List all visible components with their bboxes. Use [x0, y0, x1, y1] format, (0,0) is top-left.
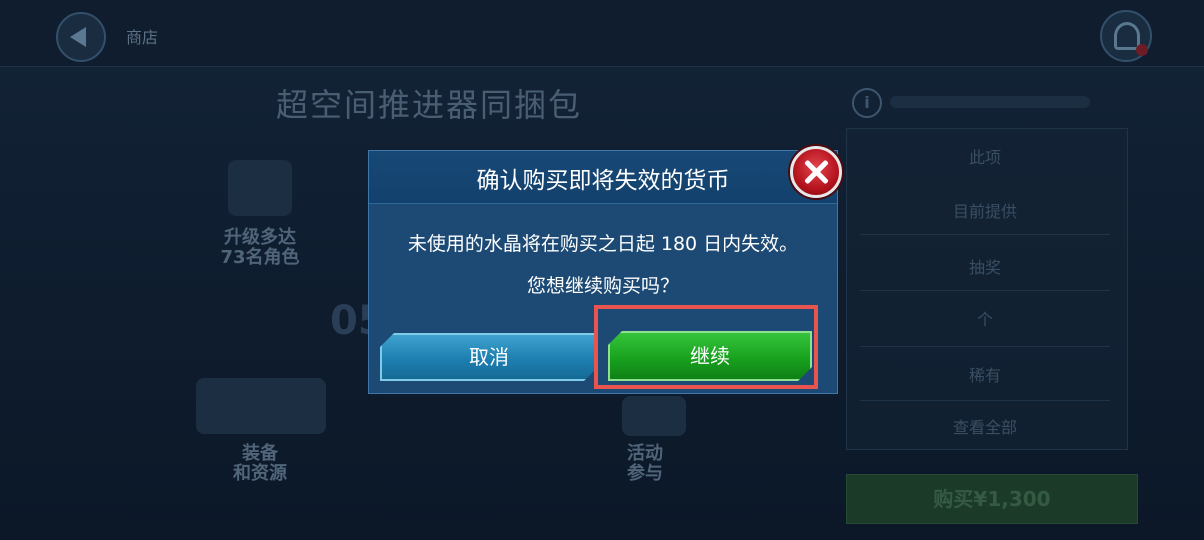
nav-title: 商店	[126, 28, 159, 47]
purchase-button[interactable]: 购买¥1,300	[846, 474, 1138, 524]
side-row: 个	[976, 310, 993, 329]
bundle-title: 超空间推进器同捆包	[276, 86, 583, 124]
feature-line: 参与	[627, 463, 663, 484]
feature-line: 73名角色	[220, 247, 300, 268]
side-row: 抽奖	[968, 258, 1001, 277]
side-panel	[846, 128, 1128, 450]
close-icon[interactable]	[790, 146, 842, 198]
feature-line: 和资源	[233, 463, 287, 484]
feature-characters: 升级多达 73名角色	[200, 228, 320, 268]
feature-line: 装备	[242, 443, 278, 464]
cards-icon	[196, 378, 326, 434]
side-divider	[860, 400, 1110, 401]
view-all-link[interactable]: 查看全部	[860, 414, 1110, 438]
feature-events: 活动 参与	[600, 444, 690, 484]
info-icon[interactable]: i	[852, 88, 882, 118]
side-divider	[860, 346, 1110, 347]
side-row: 目前提供	[952, 202, 1017, 221]
info-bar	[890, 96, 1090, 108]
characters-icon	[228, 160, 292, 216]
cancel-button[interactable]: 取消	[380, 333, 598, 381]
dialog-question: 您想继续购买吗？	[526, 275, 679, 297]
dialog-message: 未使用的水晶将在购买之日起 180 日内失效。	[407, 233, 799, 255]
events-icon	[622, 396, 686, 436]
dialog-header: 确认购买即将失效的货币	[369, 151, 837, 204]
side-row: 此项	[968, 148, 1001, 167]
notification-dot	[1136, 44, 1148, 56]
side-divider	[860, 290, 1110, 291]
dialog-title: 确认购买即将失效的货币	[476, 168, 730, 194]
side-row: 稀有	[968, 366, 1001, 385]
top-nav-bar: 商店	[0, 0, 1204, 67]
back-icon[interactable]	[56, 12, 106, 62]
feature-line: 活动	[627, 443, 663, 464]
feature-gear: 装备 和资源	[200, 444, 320, 484]
highlight-box	[594, 305, 818, 389]
feature-line: 升级多达	[224, 227, 296, 248]
side-divider	[860, 234, 1110, 235]
